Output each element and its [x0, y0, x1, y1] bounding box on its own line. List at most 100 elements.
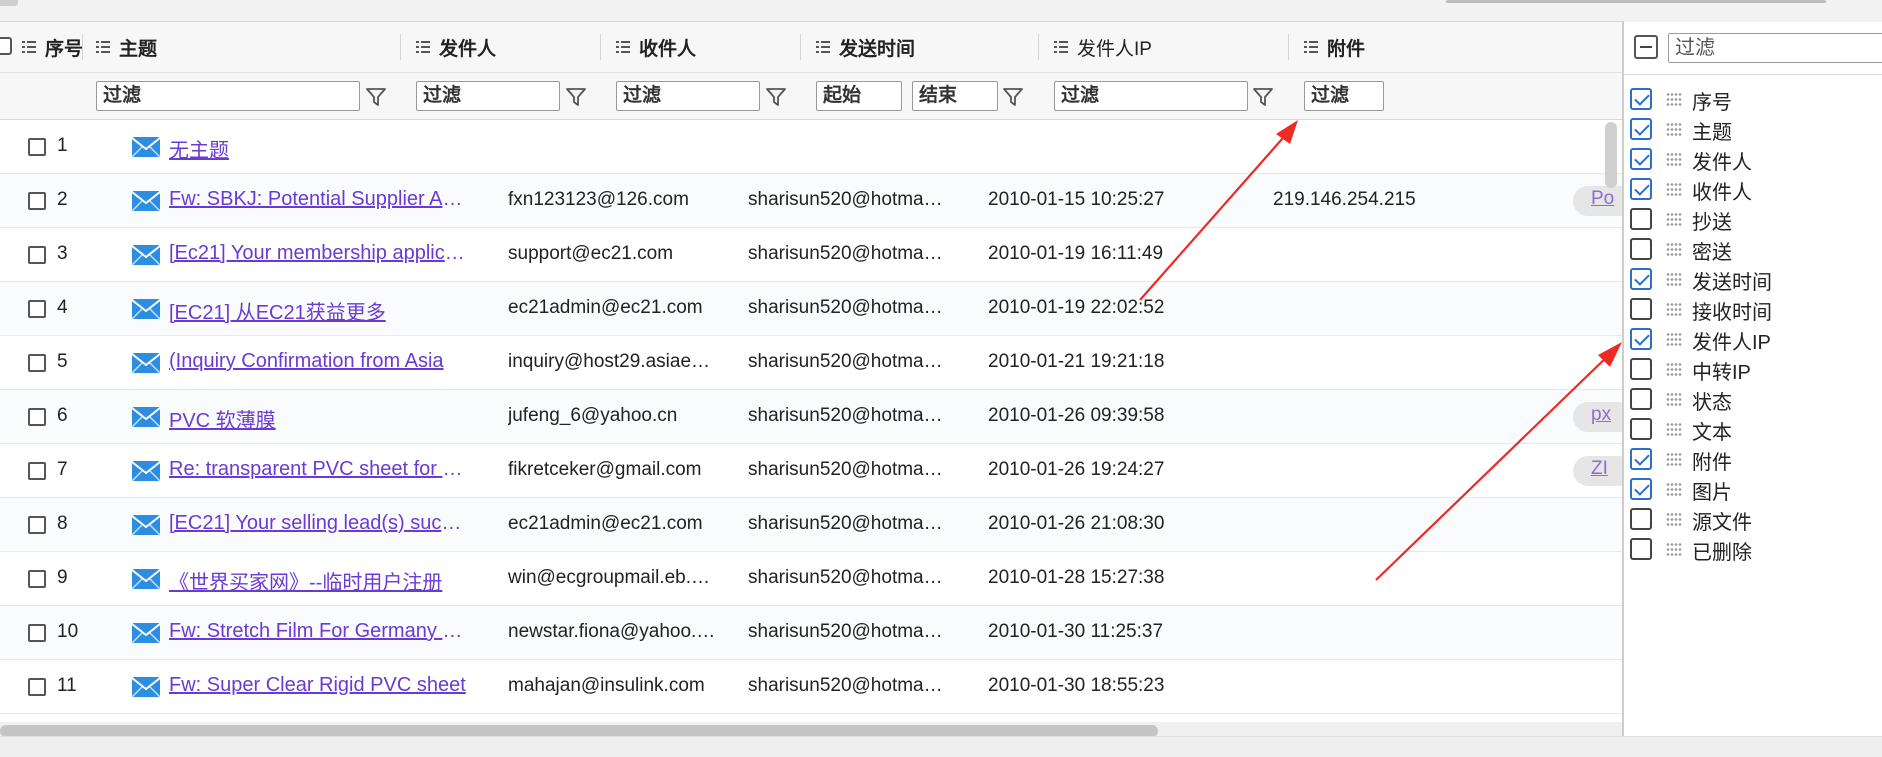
column-header-recipient[interactable]: 收件人 [616, 22, 696, 72]
attachment-chip[interactable]: ZI [1573, 456, 1624, 486]
tab-stub[interactable] [0, 0, 18, 6]
column-picker-item[interactable]: 发送时间 [1624, 266, 1882, 296]
column-visibility-checkbox[interactable] [1630, 328, 1652, 350]
table-row[interactable]: 4 [EC21] 从EC21获益更多 ec21admin@ec21.com shari… [0, 282, 1624, 336]
filter-icon[interactable] [1002, 86, 1024, 108]
drag-handle-icon[interactable] [1666, 212, 1682, 226]
drag-handle-icon[interactable] [1666, 242, 1682, 256]
column-header-index[interactable]: 序号 [22, 22, 83, 72]
column-visibility-checkbox[interactable] [1630, 538, 1652, 560]
column-separator[interactable] [82, 34, 83, 60]
table-row[interactable]: 10 Fw: Stretch Film For Germany Market new… [0, 606, 1624, 660]
column-picker-item[interactable]: 接收时间 [1624, 296, 1882, 326]
attachment-chip[interactable]: Po [1573, 186, 1624, 216]
row-checkbox[interactable] [28, 570, 46, 588]
subject-link[interactable]: Re: transparent PVC sheet for your [169, 458, 469, 481]
column-visibility-checkbox[interactable] [1630, 298, 1652, 320]
sender-filter-input[interactable]: 过滤 [416, 81, 560, 111]
table-row[interactable]: 8 [EC21] Your selling lead(s) successfull… [0, 498, 1624, 552]
column-header-subject[interactable]: 主题 [96, 22, 157, 72]
column-visibility-checkbox[interactable] [1630, 208, 1652, 230]
column-picker-item[interactable]: 主题 [1624, 116, 1882, 146]
column-visibility-checkbox[interactable] [1630, 268, 1652, 290]
column-visibility-checkbox[interactable] [1630, 148, 1652, 170]
drag-handle-icon[interactable] [1666, 122, 1682, 136]
drag-handle-icon[interactable] [1666, 482, 1682, 496]
subject-link[interactable]: (Inquiry Confirmation from Asia [169, 350, 469, 373]
select-all-checkbox[interactable] [0, 37, 12, 55]
subject-link[interactable]: Fw: SBKJ: Potential Supplier ASSESSMENT [169, 188, 469, 211]
table-row[interactable]: 1 无主题 [0, 120, 1624, 174]
table-row[interactable]: 9 《世界买家网》--临时用户注册 win@ecgroupmail.eb.com sh… [0, 552, 1624, 606]
drag-handle-icon[interactable] [1666, 152, 1682, 166]
drag-handle-icon[interactable] [1666, 362, 1682, 376]
subject-link[interactable]: PVC 软薄膜 [169, 404, 469, 433]
sender-ip-filter-input[interactable]: 过滤 [1054, 81, 1248, 111]
recipient-filter-input[interactable]: 过滤 [616, 81, 760, 111]
row-checkbox[interactable] [28, 516, 46, 534]
column-picker-item[interactable]: 状态 [1624, 386, 1882, 416]
column-picker-item[interactable]: 序号 [1624, 86, 1882, 116]
column-header-sender-ip[interactable]: 发件人IP [1054, 22, 1152, 72]
row-checkbox[interactable] [28, 192, 46, 210]
table-row[interactable]: 2 Fw: SBKJ: Potential Supplier ASSESSMENT… [0, 174, 1624, 228]
attachment-chip[interactable]: px [1573, 402, 1624, 432]
column-header-sender[interactable]: 发件人 [416, 22, 496, 72]
row-checkbox[interactable] [28, 138, 46, 156]
column-visibility-checkbox[interactable] [1630, 88, 1652, 110]
column-visibility-checkbox[interactable] [1630, 118, 1652, 140]
column-separator[interactable] [1288, 34, 1289, 60]
horizontal-scrollbar[interactable] [0, 725, 1158, 736]
column-picker-item[interactable]: 已删除 [1624, 536, 1882, 566]
row-checkbox[interactable] [28, 246, 46, 264]
column-picker-item[interactable]: 文本 [1624, 416, 1882, 446]
column-picker-item[interactable]: 发件人 [1624, 146, 1882, 176]
column-picker-filter-input[interactable]: 过滤 [1668, 33, 1882, 63]
filter-icon[interactable] [365, 86, 387, 108]
subject-link[interactable]: 《世界买家网》--临时用户注册 [169, 566, 469, 595]
column-separator[interactable] [400, 34, 401, 60]
column-picker-item[interactable]: 附件 [1624, 446, 1882, 476]
drag-handle-icon[interactable] [1666, 392, 1682, 406]
column-visibility-checkbox[interactable] [1630, 178, 1652, 200]
column-visibility-checkbox[interactable] [1630, 478, 1652, 500]
vertical-scrollbar[interactable] [1605, 122, 1617, 188]
subject-link[interactable]: [Ec21] Your membership application [169, 242, 469, 265]
column-visibility-checkbox[interactable] [1630, 388, 1652, 410]
column-separator[interactable] [800, 34, 801, 60]
subject-link[interactable]: Fw: Stretch Film For Germany Market [169, 620, 469, 643]
column-separator[interactable] [1038, 34, 1039, 60]
table-row[interactable]: 3 [Ec21] Your membership application suppo… [0, 228, 1624, 282]
column-visibility-checkbox[interactable] [1630, 508, 1652, 530]
column-visibility-checkbox[interactable] [1630, 418, 1652, 440]
subject-link[interactable]: [EC21] Your selling lead(s) successfully [169, 512, 469, 535]
column-picker-item[interactable]: 图片 [1624, 476, 1882, 506]
column-header-send-time[interactable]: 发送时间 [816, 22, 915, 72]
column-picker-item[interactable]: 收件人 [1624, 176, 1882, 206]
table-row[interactable]: 6 PVC 软薄膜 jufeng_6@yahoo.cn sharisun520@ho… [0, 390, 1624, 444]
column-picker-item[interactable]: 密送 [1624, 236, 1882, 266]
subject-link[interactable]: 无主题 [169, 134, 469, 163]
subject-link[interactable]: Fw: Super Clear Rigid PVC sheet [169, 674, 469, 697]
column-visibility-checkbox[interactable] [1630, 358, 1652, 380]
table-row[interactable]: 5 (Inquiry Confirmation from Asia inquiry@… [0, 336, 1624, 390]
drag-handle-icon[interactable] [1666, 272, 1682, 286]
drag-handle-icon[interactable] [1666, 332, 1682, 346]
drag-handle-icon[interactable] [1666, 512, 1682, 526]
filter-icon[interactable] [765, 86, 787, 108]
subject-filter-input[interactable]: 过滤 [96, 81, 360, 111]
column-visibility-checkbox[interactable] [1630, 448, 1652, 470]
column-separator[interactable] [600, 34, 601, 60]
row-checkbox[interactable] [28, 462, 46, 480]
row-checkbox[interactable] [28, 624, 46, 642]
filter-icon[interactable] [565, 86, 587, 108]
row-checkbox[interactable] [28, 678, 46, 696]
column-picker-item[interactable]: 源文件 [1624, 506, 1882, 536]
drag-handle-icon[interactable] [1666, 182, 1682, 196]
toggle-all-checkbox[interactable] [1634, 35, 1658, 59]
column-picker-item[interactable]: 中转IP [1624, 356, 1882, 386]
drag-handle-icon[interactable] [1666, 452, 1682, 466]
attachment-filter-input[interactable]: 过滤 [1304, 81, 1384, 111]
drag-handle-icon[interactable] [1666, 302, 1682, 316]
drag-handle-icon[interactable] [1666, 422, 1682, 436]
